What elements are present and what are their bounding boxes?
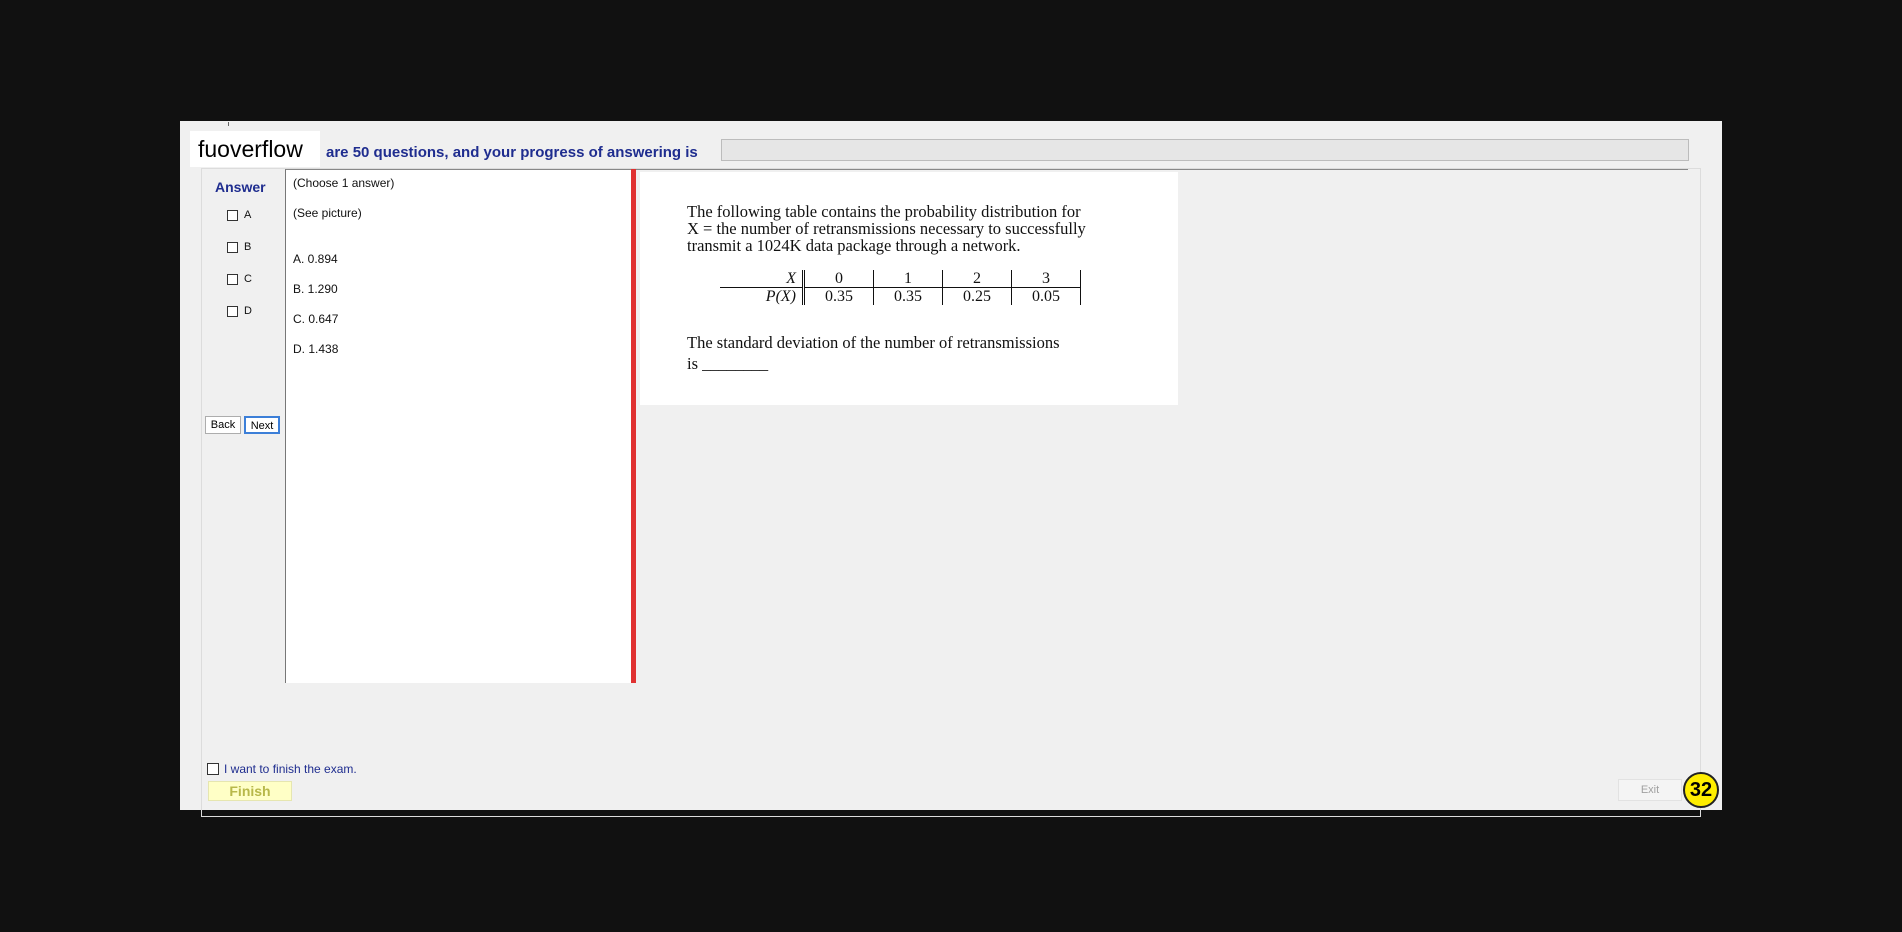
- question-image: The following table contains the probabi…: [640, 172, 1178, 405]
- question-line-2: is ________: [687, 354, 769, 373]
- see-picture-text: (See picture): [293, 206, 362, 220]
- progress-bar: [721, 139, 1689, 161]
- checkbox-a[interactable]: [227, 209, 238, 221]
- tab-stub: [228, 122, 229, 126]
- option-label-b: B: [244, 241, 252, 253]
- question-intro-line-3: transmit a 1024K data package through a …: [687, 236, 1021, 255]
- table-row-header-x: X: [720, 270, 805, 288]
- table-row: P(X) 0.35 0.35 0.25 0.05: [720, 287, 1081, 305]
- finish-exam-option[interactable]: I want to finish the exam.: [207, 762, 357, 776]
- brand-label: fuoverflow: [190, 131, 320, 167]
- table-row-header-px: P(X): [720, 287, 805, 305]
- choice-a-text: A. 0.894: [293, 252, 338, 266]
- probability-table: X 0 1 2 3 P(X) 0.35 0.35 0.25 0.05: [720, 270, 1081, 305]
- finish-exam-label: I want to finish the exam.: [224, 762, 357, 776]
- choice-c-text: C. 0.647: [293, 312, 339, 326]
- option-label-d: D: [244, 305, 252, 317]
- checkbox-c[interactable]: [227, 273, 238, 285]
- table-cell: 0: [803, 270, 874, 288]
- exam-window: fuoverflow are 50 questions, and your pr…: [180, 121, 1722, 817]
- progress-text: are 50 questions, and your progress of a…: [326, 144, 698, 161]
- question-intro-line-1: The following table contains the probabi…: [687, 202, 1081, 221]
- choice-d-text: D. 1.438: [293, 342, 339, 356]
- panel-splitter[interactable]: [631, 169, 636, 683]
- answer-column: Answer A B C D Back Next: [202, 169, 286, 816]
- question-number-badge: 32: [1683, 772, 1719, 808]
- divider: [636, 169, 1688, 170]
- option-label-a: A: [244, 209, 252, 221]
- finish-exam-checkbox[interactable]: [207, 763, 219, 775]
- table-cell: 1: [873, 270, 943, 288]
- table-cell: 0.35: [873, 287, 943, 305]
- table-cell: 2: [942, 270, 1012, 288]
- question-line-1: The standard deviation of the number of …: [687, 333, 1060, 352]
- question-text-panel: (Choose 1 answer) (See picture) A. 0.894…: [285, 169, 633, 683]
- answer-option-c[interactable]: C: [227, 273, 252, 285]
- answer-option-d[interactable]: D: [227, 305, 252, 317]
- table-row: X 0 1 2 3: [720, 270, 1081, 288]
- question-intro-line-2: X = the number of retransmissions necess…: [687, 219, 1086, 238]
- answer-option-b[interactable]: B: [227, 241, 251, 253]
- table-cell: 0.05: [1011, 287, 1081, 305]
- checkbox-d[interactable]: [227, 305, 238, 317]
- option-label-c: C: [244, 273, 252, 285]
- table-cell: 3: [1011, 270, 1081, 288]
- next-button[interactable]: Next: [244, 416, 280, 434]
- exit-button[interactable]: Exit: [1618, 779, 1682, 801]
- checkbox-b[interactable]: [227, 241, 238, 253]
- answer-title: Answer: [215, 179, 266, 195]
- main-panel: Answer A B C D Back Next (Choose 1 answe…: [201, 168, 1701, 817]
- table-cell: 0.25: [942, 287, 1012, 305]
- back-button[interactable]: Back: [205, 416, 241, 434]
- instruction-text: (Choose 1 answer): [293, 176, 395, 190]
- answer-option-a[interactable]: A: [227, 209, 251, 221]
- table-cell: 0.35: [803, 287, 874, 305]
- choice-b-text: B. 1.290: [293, 282, 338, 296]
- finish-button[interactable]: Finish: [208, 781, 292, 801]
